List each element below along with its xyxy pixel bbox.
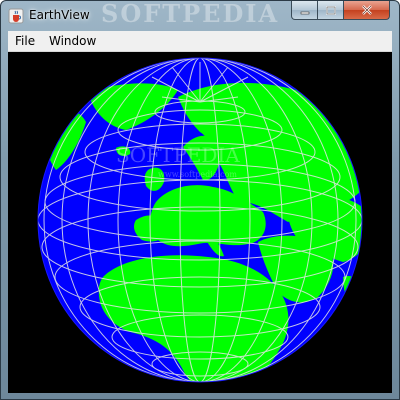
- title-bar[interactable]: EarthView SOFTPEDIA: [1, 0, 399, 31]
- menu-file[interactable]: File: [15, 34, 35, 48]
- menu-window[interactable]: Window: [49, 34, 96, 48]
- close-button[interactable]: [344, 1, 390, 20]
- globe-view[interactable]: SOFTPEDIA www.softpedia.com: [8, 52, 392, 393]
- minimize-button[interactable]: [291, 1, 318, 20]
- globe-watermark: SOFTPEDIA: [116, 143, 240, 167]
- window-title: EarthView: [29, 8, 90, 22]
- app-window: EarthView SOFTPEDIA File Window SOFTPEDI…: [0, 0, 400, 400]
- java-cup-icon[interactable]: [8, 8, 24, 24]
- land-madagascar: [290, 350, 302, 375]
- menu-bar: File Window: [8, 31, 392, 52]
- title-watermark: SOFTPEDIA: [101, 0, 280, 28]
- land-india: [343, 276, 362, 309]
- maximize-icon: [325, 1, 337, 20]
- globe-watermark-url: www.softpedia.com: [158, 170, 237, 179]
- maximize-button[interactable]: [318, 1, 344, 20]
- globe-canvas[interactable]: SOFTPEDIA www.softpedia.com: [8, 52, 392, 393]
- minimize-icon: [299, 1, 311, 20]
- close-icon: [360, 1, 374, 20]
